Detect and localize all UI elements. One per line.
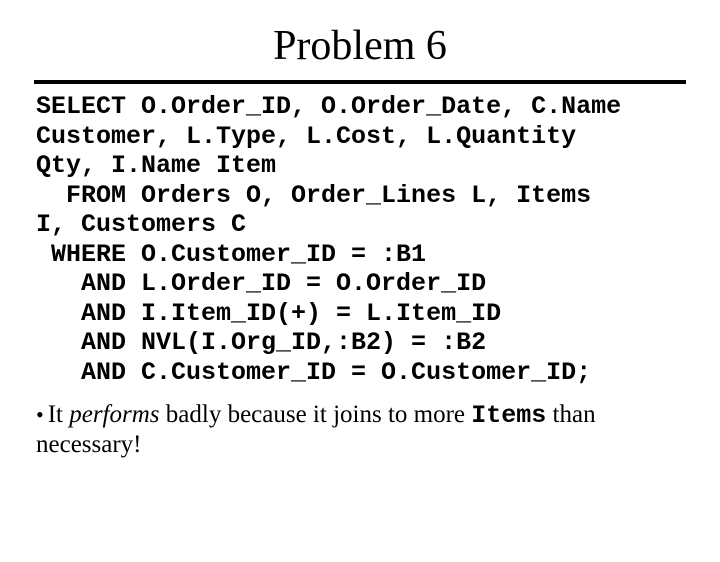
sql-line-10: AND C.Customer_ID = O.Customer_ID; [36,358,591,387]
sql-line-2: Customer, L.Type, L.Cost, L.Quantity [36,122,576,151]
sql-line-6: WHERE O.Customer_ID = :B1 [36,240,426,269]
sql-line-1: SELECT O.Order_ID, O.Order_Date, C.Name [36,92,621,121]
bullet-dot-icon: • [36,402,48,427]
sql-line-9: AND NVL(I.Org_ID,:B2) = :B2 [36,328,486,357]
explanation-bullet: •It performs badly because it joins to m… [36,401,686,460]
sql-line-3: Qty, I.Name Item [36,151,276,180]
bullet-seg-2: badly because it joins to more [160,401,472,428]
slide-title: Problem 6 [0,22,720,70]
sql-block: SELECT O.Order_ID, O.Order_Date, C.Name … [36,92,686,387]
bullet-seg-1: It [48,401,70,428]
bullet-code: Items [471,401,546,430]
title-rule [34,80,686,84]
sql-line-8: AND I.Item_ID(+) = L.Item_ID [36,299,501,328]
sql-line-4: FROM Orders O, Order_Lines L, Items [36,181,591,210]
sql-line-7: AND L.Order_ID = O.Order_ID [36,269,486,298]
bullet-emphasis: performs [69,401,159,428]
sql-line-5: I, Customers C [36,210,246,239]
slide: Problem 6 SELECT O.Order_ID, O.Order_Dat… [0,22,720,562]
